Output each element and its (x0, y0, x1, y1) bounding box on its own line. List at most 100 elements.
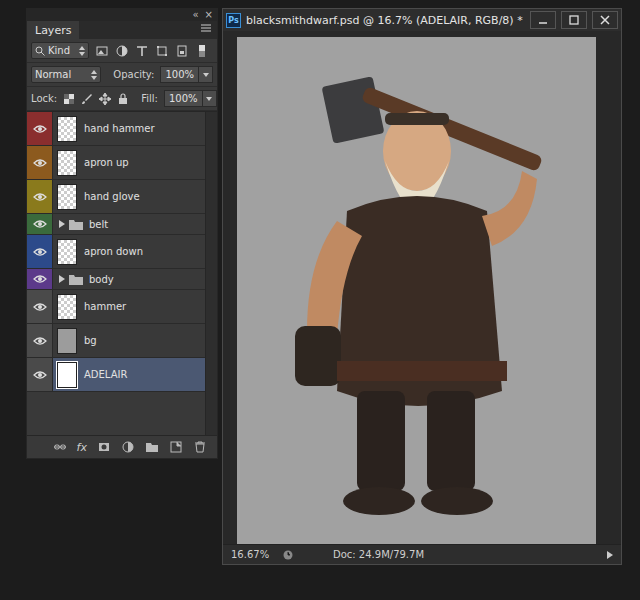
eye-icon[interactable] (33, 336, 47, 346)
expand-arrow-icon[interactable] (607, 551, 613, 559)
lock-icon[interactable] (117, 93, 129, 105)
image-icon[interactable] (96, 45, 108, 57)
collapse-button[interactable]: « (192, 10, 198, 20)
fill-field[interactable]: 100% (164, 90, 217, 107)
panel-menu-button[interactable] (199, 21, 213, 35)
eye-icon[interactable] (33, 192, 47, 202)
link-icon[interactable] (54, 441, 66, 453)
mask-icon[interactable] (98, 441, 110, 453)
layer-name: ADELAIR (81, 358, 127, 391)
eye-icon[interactable] (33, 302, 47, 312)
adjustment-layer-button[interactable] (121, 440, 135, 454)
move-icon[interactable] (99, 93, 111, 105)
visibility-toggle[interactable] (27, 146, 53, 179)
layer-thumbnail (57, 239, 77, 265)
lock-all-button[interactable] (117, 92, 129, 106)
blend-row: NormalOpacity:100% (27, 63, 217, 87)
layer-row[interactable]: ADELAIR (27, 358, 205, 392)
lock-row: Lock:Fill:100% (27, 87, 217, 111)
dropdown-arrow-icon (206, 97, 212, 101)
layers-bottom-bar: fx (27, 436, 217, 458)
collapsed-arrow-icon[interactable] (59, 275, 65, 283)
filter-kind-select[interactable]: Kind (31, 42, 89, 59)
delete-layer-button[interactable] (193, 440, 207, 454)
layer-thumbnail (57, 184, 77, 210)
lock-position-button[interactable] (99, 92, 111, 106)
clock-icon[interactable] (283, 550, 293, 560)
eye-icon[interactable] (33, 124, 47, 134)
visibility-toggle[interactable] (27, 214, 53, 234)
eye-icon[interactable] (33, 219, 47, 229)
pixel-filter-button[interactable] (95, 44, 109, 58)
layer-row[interactable]: hand hammer (27, 112, 205, 146)
folder-icon[interactable] (146, 441, 158, 453)
document-window: Psblacksmithdwarf.psd @ 16.7% (ADELAIR, … (222, 8, 622, 565)
layer-scrollbar[interactable] (205, 112, 217, 435)
smart-object-icon[interactable] (176, 45, 188, 57)
maximize-button[interactable] (561, 11, 587, 29)
layer-group-row[interactable]: body (27, 269, 205, 290)
eye-icon[interactable] (33, 247, 47, 257)
visibility-toggle[interactable] (27, 324, 53, 357)
new-layer-button[interactable] (169, 440, 183, 454)
doc-size: Doc: 24.9M/79.7M (303, 549, 597, 560)
lock-pixels-button[interactable] (81, 92, 93, 106)
layer-thumbnail (57, 116, 77, 142)
toggle-icon[interactable] (199, 45, 205, 57)
layer-name: hand glove (81, 180, 140, 213)
eye-icon[interactable] (33, 158, 47, 168)
new-layer-icon[interactable] (170, 441, 182, 453)
canvas-area (223, 31, 621, 544)
checker-icon[interactable] (63, 93, 75, 105)
add-mask-button[interactable] (97, 440, 111, 454)
layer-row[interactable]: hammer (27, 290, 205, 324)
half-circle-icon[interactable] (116, 45, 128, 57)
opacity-field[interactable]: 100% (160, 66, 213, 83)
zoom-level[interactable]: 16.67% (231, 549, 273, 560)
collapsed-arrow-icon[interactable] (59, 220, 65, 228)
dwarf-artwork (267, 61, 567, 521)
eye-icon[interactable] (33, 370, 47, 380)
visibility-toggle[interactable] (27, 112, 53, 145)
brush-icon[interactable] (81, 93, 93, 105)
type-icon[interactable] (136, 45, 148, 57)
close-button[interactable]: × (205, 10, 213, 20)
adjustment-filter-button[interactable] (115, 44, 129, 58)
layer-row[interactable]: apron up (27, 146, 205, 180)
eye-icon[interactable] (33, 274, 47, 284)
visibility-toggle[interactable] (27, 235, 53, 268)
fx-button[interactable]: fx (77, 441, 87, 454)
canvas[interactable] (237, 37, 596, 544)
minimize-icon (538, 15, 548, 25)
visibility-toggle[interactable] (27, 290, 53, 323)
shape-filter-button[interactable] (155, 44, 169, 58)
blend-mode-select[interactable]: Normal (31, 66, 101, 83)
updown-arrow-icon (91, 70, 97, 80)
trash-icon[interactable] (194, 441, 206, 453)
visibility-toggle[interactable] (27, 269, 53, 289)
layer-row[interactable]: apron down (27, 235, 205, 269)
layer-group-row[interactable]: belt (27, 214, 205, 235)
visibility-toggle[interactable] (27, 358, 53, 391)
close-button[interactable] (592, 11, 618, 29)
filter-toggle[interactable] (195, 44, 209, 58)
minimize-button[interactable] (530, 11, 556, 29)
half-circle-icon[interactable] (122, 441, 134, 453)
new-group-button[interactable] (145, 440, 159, 454)
lock-transparent-button[interactable] (63, 92, 75, 106)
visibility-toggle[interactable] (27, 180, 53, 213)
filter-row: Kind (27, 39, 217, 63)
layer-name: hand hammer (81, 112, 155, 145)
search-icon (35, 46, 45, 56)
close-icon (600, 15, 610, 25)
link-layers-button[interactable] (53, 440, 67, 454)
folder-icon (69, 274, 83, 285)
smart-filter-button[interactable] (175, 44, 189, 58)
layer-row[interactable]: hand glove (27, 180, 205, 214)
shape-icon[interactable] (156, 45, 168, 57)
fill-label: Fill: (141, 93, 158, 104)
layers-tab[interactable]: Layers (27, 21, 79, 39)
photoshop-logo: Ps (226, 13, 241, 28)
layer-row[interactable]: bg (27, 324, 205, 358)
type-filter-button[interactable] (135, 44, 149, 58)
